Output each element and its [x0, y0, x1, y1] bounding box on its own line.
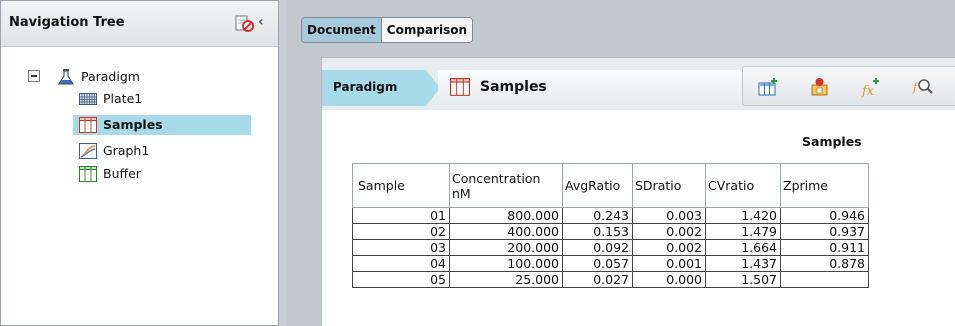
navigation-header: Navigation Tree ‹ — [1, 1, 278, 47]
table-cell[interactable]: 1.507 — [705, 271, 781, 288]
tree-node-label: Graph1 — [103, 143, 150, 158]
buffer-table-icon — [79, 166, 97, 182]
table-cell[interactable]: 05 — [352, 271, 450, 288]
table-cell[interactable]: 1.479 — [705, 223, 781, 240]
table-cell[interactable]: 02 — [352, 223, 450, 240]
table-title: Samples — [802, 134, 862, 149]
table-cell[interactable]: 0.946 — [780, 207, 869, 224]
table-row: 03 200.000 0.092 0.002 1.664 0.911 — [352, 239, 869, 256]
toolbar: fx f — [742, 66, 955, 106]
tree-node-graph1[interactable]: Graph1 — [77, 141, 257, 161]
table-cell[interactable]: 800.000 — [449, 207, 563, 224]
samples-table: Sample Concentration nM AvgRatio SDratio… — [352, 163, 869, 288]
table-cell[interactable]: 200.000 — [449, 239, 563, 256]
table-cell[interactable]: 0.002 — [632, 223, 706, 240]
tree-node-paradigm[interactable]: Paradigm — [55, 67, 235, 87]
column-header-sdratio[interactable]: SDratio — [632, 163, 706, 208]
navigation-panel: Navigation Tree ‹ Paradigm Plate1 Sample… — [0, 0, 279, 326]
function-search-icon[interactable]: f — [912, 76, 934, 98]
table-row: 04 100.000 0.057 0.001 1.437 0.878 — [352, 255, 869, 272]
table-icon — [450, 78, 470, 96]
breadcrumb-root-label: Paradigm — [333, 80, 398, 94]
table-cell[interactable]: 0.001 — [632, 255, 706, 272]
svg-text:f: f — [912, 81, 919, 94]
table-cell[interactable]: 0.000 — [632, 271, 706, 288]
table-cell[interactable]: 25.000 — [449, 271, 563, 288]
tree-node-label: Samples — [103, 117, 163, 132]
tree-node-plate1[interactable]: Plate1 — [77, 89, 257, 109]
insert-function-icon[interactable]: fx — [860, 76, 882, 98]
column-header-zprime[interactable]: Zprime — [780, 163, 869, 208]
table-cell[interactable]: 03 — [352, 239, 450, 256]
tree-node-samples[interactable]: Samples — [73, 115, 251, 135]
table-header-row: Sample Concentration nM AvgRatio SDratio… — [352, 163, 869, 208]
table-cell[interactable]: 0.878 — [780, 255, 869, 272]
table-icon — [79, 117, 97, 133]
table-cell[interactable]: 0.092 — [562, 239, 633, 256]
table-row: 01 800.000 0.243 0.003 1.420 0.946 — [352, 207, 869, 224]
tree-node-label: Plate1 — [103, 91, 143, 106]
table-cell[interactable]: 04 — [352, 255, 450, 272]
table-cell[interactable]: 0.911 — [780, 239, 869, 256]
table-row: 05 25.000 0.027 0.000 1.507 — [352, 271, 869, 288]
view-tabs: Document Comparison — [301, 17, 473, 43]
tab-comparison[interactable]: Comparison — [381, 18, 472, 42]
column-header-avgratio[interactable]: AvgRatio — [562, 163, 633, 208]
document-area: Document Comparison Paradigm Samples fx … — [287, 0, 955, 326]
table-cell[interactable]: 0.243 — [562, 207, 633, 224]
svg-text:fx: fx — [861, 84, 875, 98]
clear-filter-icon[interactable] — [234, 13, 254, 33]
tree-node-buffer[interactable]: Buffer — [77, 164, 257, 184]
table-cell[interactable]: 01 — [352, 207, 450, 224]
table-cell[interactable]: 400.000 — [449, 223, 563, 240]
insert-table-icon[interactable] — [757, 76, 779, 98]
navigation-title: Navigation Tree — [9, 15, 125, 30]
table-cell[interactable]: 1.437 — [705, 255, 781, 272]
tree-node-label: Buffer — [103, 166, 141, 181]
content-panel: Paradigm Samples fx f Samples Sample Con… — [321, 57, 955, 326]
table-cell[interactable] — [780, 271, 869, 288]
table-cell[interactable]: 1.420 — [705, 207, 781, 224]
table-cell[interactable]: 0.027 — [562, 271, 633, 288]
plate-icon — [79, 93, 97, 105]
graph-icon — [79, 143, 97, 159]
breadcrumb-root[interactable]: Paradigm — [322, 70, 440, 106]
table-row: 02 400.000 0.153 0.002 1.479 0.937 — [352, 223, 869, 240]
column-header-sample[interactable]: Sample — [352, 163, 450, 208]
tree-collapse-toggle[interactable] — [28, 70, 40, 82]
insert-sample-icon[interactable] — [809, 76, 831, 98]
column-header-cvratio[interactable]: CVratio — [705, 163, 781, 208]
table-cell[interactable]: 0.057 — [562, 255, 633, 272]
table-cell[interactable]: 100.000 — [449, 255, 563, 272]
table-cell[interactable]: 0.002 — [632, 239, 706, 256]
table-cell[interactable]: 0.003 — [632, 207, 706, 224]
flask-icon — [58, 69, 74, 85]
collapse-panel-icon[interactable]: ‹ — [258, 14, 264, 30]
breadcrumb-current-label: Samples — [480, 79, 547, 95]
table-cell[interactable]: 0.153 — [562, 223, 633, 240]
sheet: Samples Sample Concentration nM AvgRatio… — [322, 110, 955, 326]
table-cell[interactable]: 1.664 — [705, 239, 781, 256]
table-cell[interactable]: 0.937 — [780, 223, 869, 240]
column-header-concentration[interactable]: Concentration nM — [449, 163, 563, 208]
tab-document[interactable]: Document — [302, 18, 382, 42]
tree-node-label: Paradigm — [81, 69, 140, 84]
